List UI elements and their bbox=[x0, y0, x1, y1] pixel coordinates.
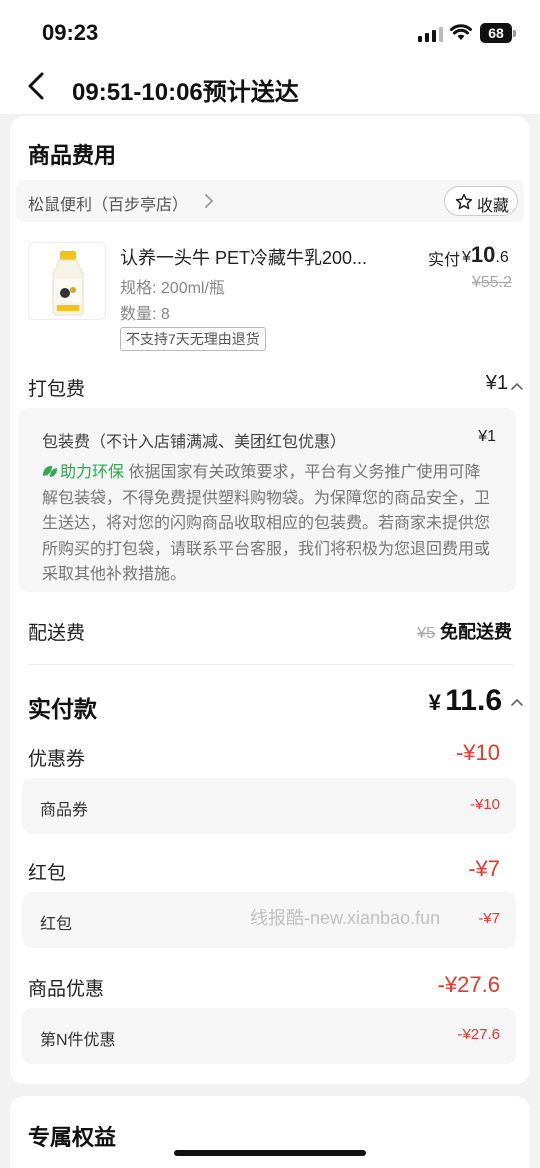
shop-name: 松鼠便利（百步亭店） bbox=[28, 197, 189, 214]
delivery-fee-value: ¥5 免配送费 bbox=[417, 618, 512, 644]
product-name[interactable]: 认养一头牛 PET冷藏牛乳200... bbox=[120, 244, 400, 270]
product-discount-label: 商品优惠 bbox=[28, 979, 105, 1000]
shop-row[interactable]: 松鼠便利（百步亭店） 收藏 bbox=[16, 180, 524, 222]
packing-head-amount: ¥1 bbox=[478, 428, 496, 445]
status-bar: 09:23 68 bbox=[0, 0, 540, 64]
paid-currency: ¥ bbox=[462, 249, 471, 266]
eco-label: 助力环保 bbox=[60, 464, 125, 481]
redpacket-label: 红包 bbox=[28, 863, 67, 884]
paid-price: ¥10.6 bbox=[462, 242, 509, 268]
coupon-label: 优惠券 bbox=[28, 749, 86, 770]
discount-sub-label: 第N件优惠 bbox=[40, 1032, 116, 1049]
home-indicator[interactable] bbox=[174, 1150, 366, 1156]
star-icon bbox=[455, 193, 473, 210]
fee-card: 商品费用 松鼠便利（百步亭店） 收藏 认养一头牛 PET冷藏牛乳200... 规… bbox=[10, 116, 530, 1084]
delivery-orig-price: ¥5 bbox=[417, 625, 435, 642]
chevron-up-icon[interactable] bbox=[510, 696, 524, 708]
wifi-icon bbox=[450, 24, 472, 40]
coupon-detail: 商品券 -¥10 bbox=[22, 778, 516, 834]
paid-label: 实付 bbox=[428, 252, 461, 269]
original-price: ¥55.2 bbox=[471, 274, 512, 291]
section-title-exclusive: 专属权益 bbox=[28, 1125, 117, 1150]
status-time: 09:23 bbox=[42, 20, 99, 45]
product-discount-detail: 第N件优惠 -¥27.6 bbox=[22, 1008, 516, 1064]
packing-desc-text: 依据国家有关政策要求，平台有义务推广使用可降解包装袋，不得免费提供塑料购物袋。为… bbox=[42, 464, 491, 583]
battery-icon: 68 bbox=[480, 23, 516, 43]
favorite-button[interactable]: 收藏 bbox=[444, 186, 518, 216]
discount-sub-amount: -¥27.6 bbox=[457, 1026, 500, 1043]
watermark: 线报酷-new.xianbao.fun bbox=[250, 908, 441, 928]
redpacket-amount: -¥7 bbox=[468, 856, 500, 881]
delivery-fee-label: 配送费 bbox=[28, 623, 86, 644]
section-title-fees: 商品费用 bbox=[28, 143, 117, 168]
exclusive-card: 专属权益 bbox=[10, 1096, 530, 1168]
packing-detail-box: 包装费（不计入店铺满减、美团红包优惠） ¥1 助力环保 依据国家有关政策要求，平… bbox=[18, 408, 516, 592]
total-currency: ¥ bbox=[428, 690, 441, 715]
divider bbox=[28, 664, 514, 665]
return-policy-tag: 不支持7天无理由退货 bbox=[120, 327, 266, 351]
chevron-right-icon bbox=[205, 194, 214, 208]
packing-description: 助力环保 依据国家有关政策要求，平台有义务推广使用可降解包装袋，不得免费提供塑料… bbox=[42, 460, 494, 588]
chevron-up-icon[interactable] bbox=[510, 380, 524, 392]
signal-icon bbox=[418, 26, 444, 42]
milk-bottle-icon bbox=[52, 251, 84, 316]
coupon-sub-amount: -¥10 bbox=[469, 796, 500, 813]
redpacket-sub-label: 红包 bbox=[40, 916, 73, 933]
paid-int: 10 bbox=[470, 242, 496, 267]
product-spec: 规格: 200ml/瓶 bbox=[120, 280, 225, 297]
product-qty: 数量: 8 bbox=[120, 306, 170, 323]
coupon-amount: -¥10 bbox=[455, 740, 500, 765]
redpacket-sub-amount: -¥7 bbox=[478, 910, 500, 927]
packing-fee-amount[interactable]: ¥1 bbox=[486, 372, 508, 395]
packing-head: 包装费（不计入店铺满减、美团红包优惠） bbox=[42, 434, 347, 451]
coupon-sub-label: 商品券 bbox=[40, 802, 89, 819]
total-paid-label: 实付款 bbox=[28, 696, 97, 722]
total-value: 11.6 bbox=[445, 684, 502, 717]
total-paid-amount[interactable]: ¥ 11.6 bbox=[429, 684, 502, 718]
favorite-label: 收藏 bbox=[477, 198, 510, 215]
back-icon[interactable] bbox=[24, 68, 54, 104]
leaf-icon bbox=[43, 466, 57, 477]
delivery-free-label: 免配送费 bbox=[440, 622, 512, 642]
nav-bar: 09:51-10:06预计送达 bbox=[0, 64, 540, 114]
product-discount-amount: -¥27.6 bbox=[437, 972, 500, 997]
paid-dec: .6 bbox=[495, 249, 509, 266]
packing-fee-label: 打包费 bbox=[28, 379, 86, 400]
page-title: 09:51-10:06预计送达 bbox=[72, 79, 299, 106]
product-image[interactable] bbox=[28, 242, 106, 320]
